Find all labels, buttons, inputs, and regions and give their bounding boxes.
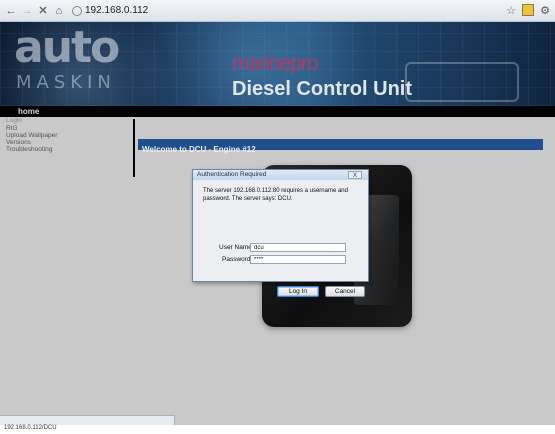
status-bar: 192.168.0.112/DCU bbox=[0, 415, 175, 431]
url-text[interactable]: 192.168.0.112 bbox=[85, 5, 148, 16]
menu-item-login[interactable]: Login bbox=[6, 117, 22, 124]
content-title: Welcome to DCU - Engine #12 bbox=[142, 145, 256, 154]
brand-name: marinepro bbox=[232, 52, 319, 75]
bookmark-star-icon[interactable]: ☆ bbox=[505, 3, 517, 17]
content-title-bar: Welcome to DCU - Engine #12 bbox=[138, 139, 543, 154]
wrench-icon[interactable]: ⚙ bbox=[539, 3, 551, 17]
header-banner: auto MASKIN marinepro Diesel Control Uni… bbox=[0, 22, 555, 106]
cancel-button[interactable]: Cancel bbox=[325, 286, 365, 297]
login-button[interactable]: Log In bbox=[277, 286, 319, 297]
auth-dialog: Authentication Required X The server 192… bbox=[192, 169, 369, 297]
side-menu: Login RIG Upload Wallpaper Versions Trou… bbox=[0, 117, 135, 177]
close-icon[interactable]: X bbox=[348, 171, 362, 179]
menu-divider bbox=[133, 119, 135, 177]
menu-item-troubleshooting[interactable]: Troubleshooting bbox=[6, 146, 52, 153]
password-label: Password: bbox=[222, 256, 253, 263]
home-icon[interactable]: ⌂ bbox=[52, 3, 66, 19]
page-viewport: auto MASKIN marinepro Diesel Control Uni… bbox=[0, 22, 555, 425]
username-label: User Name: bbox=[219, 244, 254, 251]
stop-icon[interactable]: ✕ bbox=[36, 3, 50, 19]
extension-icon[interactable] bbox=[522, 3, 534, 17]
browser-toolbar: ← → ✕ ⌂ 192.168.0.112 ☆ ⚙ bbox=[0, 0, 555, 22]
globe-icon bbox=[72, 5, 82, 16]
logo-auto: auto bbox=[14, 22, 120, 73]
dialog-message: The server 192.168.0.112:80 requires a u… bbox=[203, 188, 348, 202]
dialog-title: Authentication Required bbox=[197, 171, 267, 178]
status-text: 192.168.0.112/DCU bbox=[4, 425, 57, 431]
menu-item-rig[interactable]: RIG bbox=[6, 125, 18, 132]
username-input[interactable] bbox=[250, 243, 346, 252]
top-nav-bar: home bbox=[0, 106, 555, 117]
device-graphic-icon bbox=[405, 62, 519, 102]
logo-maskin: MASKIN bbox=[16, 72, 116, 93]
back-arrow-icon[interactable]: ← bbox=[4, 3, 18, 19]
menu-item-versions[interactable]: Versions bbox=[6, 139, 31, 146]
menu-item-upload-wallpaper[interactable]: Upload Wallpaper bbox=[6, 132, 57, 139]
address-bar[interactable]: 192.168.0.112 bbox=[72, 5, 148, 16]
dialog-titlebar: Authentication Required X bbox=[193, 170, 368, 180]
password-input[interactable] bbox=[250, 255, 346, 264]
page-title: Diesel Control Unit bbox=[232, 78, 413, 100]
forward-arrow-icon[interactable]: → bbox=[20, 3, 34, 19]
nav-home-link[interactable]: home bbox=[18, 106, 39, 117]
